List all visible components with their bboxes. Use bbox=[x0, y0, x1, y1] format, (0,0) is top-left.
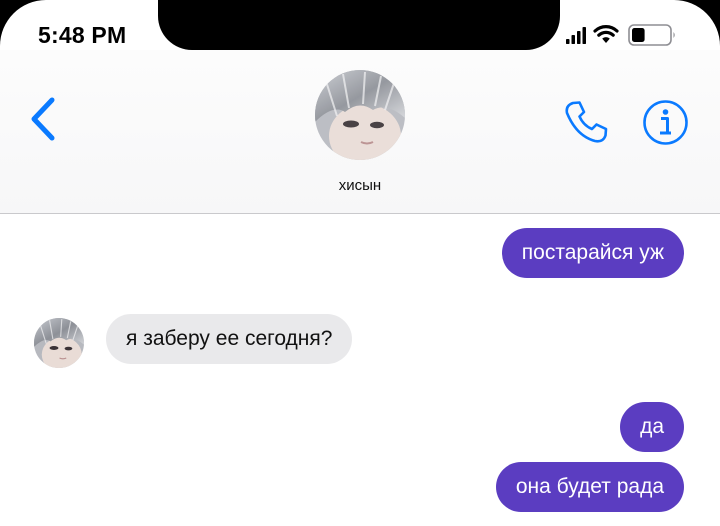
contact-avatar[interactable] bbox=[315, 70, 405, 160]
conversation-header: хисын bbox=[0, 50, 720, 214]
sender-avatar[interactable] bbox=[34, 318, 84, 368]
message-bubble-outgoing[interactable]: да bbox=[620, 402, 684, 452]
message-bubble-incoming[interactable]: я заберу ее сегодня? bbox=[106, 314, 353, 364]
phone-icon[interactable] bbox=[562, 98, 610, 146]
avatar-photo bbox=[34, 318, 84, 368]
message-bubble-outgoing[interactable]: постарайся уж bbox=[501, 228, 684, 278]
messages-screen: 5:48 PM хисын постарайся уж я заберу ее … bbox=[0, 0, 720, 526]
back-chevron-icon[interactable] bbox=[26, 96, 60, 142]
wifi-icon bbox=[593, 25, 619, 43]
signal-icon bbox=[566, 27, 586, 44]
device-notch bbox=[158, 0, 560, 50]
info-icon[interactable] bbox=[642, 99, 689, 146]
status-time: 5:48 PM bbox=[38, 22, 127, 48]
avatar-photo bbox=[315, 70, 405, 160]
contact-name[interactable]: хисын bbox=[260, 177, 460, 194]
battery-icon bbox=[628, 24, 675, 46]
message-bubble-outgoing[interactable]: она будет рада bbox=[495, 462, 684, 512]
